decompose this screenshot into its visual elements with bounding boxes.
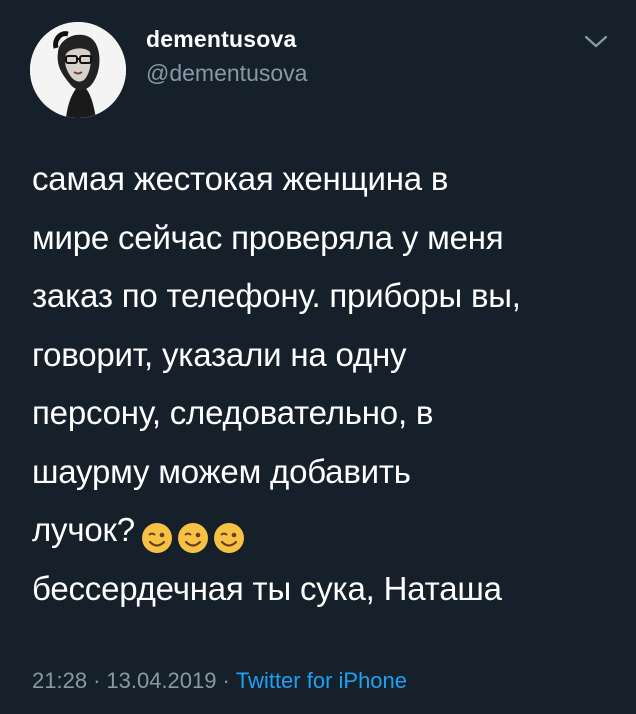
tweet-source-link[interactable]: Twitter for iPhone (236, 668, 407, 693)
avatar[interactable] (30, 22, 126, 118)
tweet-line-with-emoji: лучок? (32, 501, 622, 560)
tweet-time: 21:28 (32, 668, 88, 693)
user-handle[interactable]: @dementusova (146, 60, 307, 87)
display-name[interactable]: dementusova (146, 26, 296, 53)
tweet-line: заказ по телефону. приборы вы, (32, 277, 521, 314)
tweet-line: мире сейчас проверяла у меня (32, 218, 504, 256)
emoji-group (141, 514, 245, 554)
tweet-line: говорит, указали на одну (32, 335, 407, 373)
tweet-card: dementusova @dementusova самая жестокая … (0, 0, 636, 714)
meta-separator: · (93, 668, 101, 693)
tweet-date: 13.04.2019 (106, 668, 217, 693)
winking-face-icon (213, 514, 245, 554)
meta-separator: · (222, 668, 230, 693)
tweet-line: шаурму можем добавить (32, 452, 411, 490)
tweet-line: персону, следовательно, в (32, 394, 434, 431)
winking-face-icon (177, 514, 209, 554)
tweet-meta: 21:28 · 13.04.2019 · Twitter for iPhone (32, 668, 407, 694)
winking-face-icon (141, 514, 173, 554)
tweet-line: бессердечная ты сука, Наташа (32, 569, 502, 607)
tweet-line: самая жестокая женщина в (32, 160, 449, 197)
tweet-text: самая жестокая женщина в мире сейчас про… (32, 150, 622, 618)
chevron-down-icon[interactable] (583, 33, 609, 51)
tweet-line-text: лучок? (32, 511, 135, 548)
